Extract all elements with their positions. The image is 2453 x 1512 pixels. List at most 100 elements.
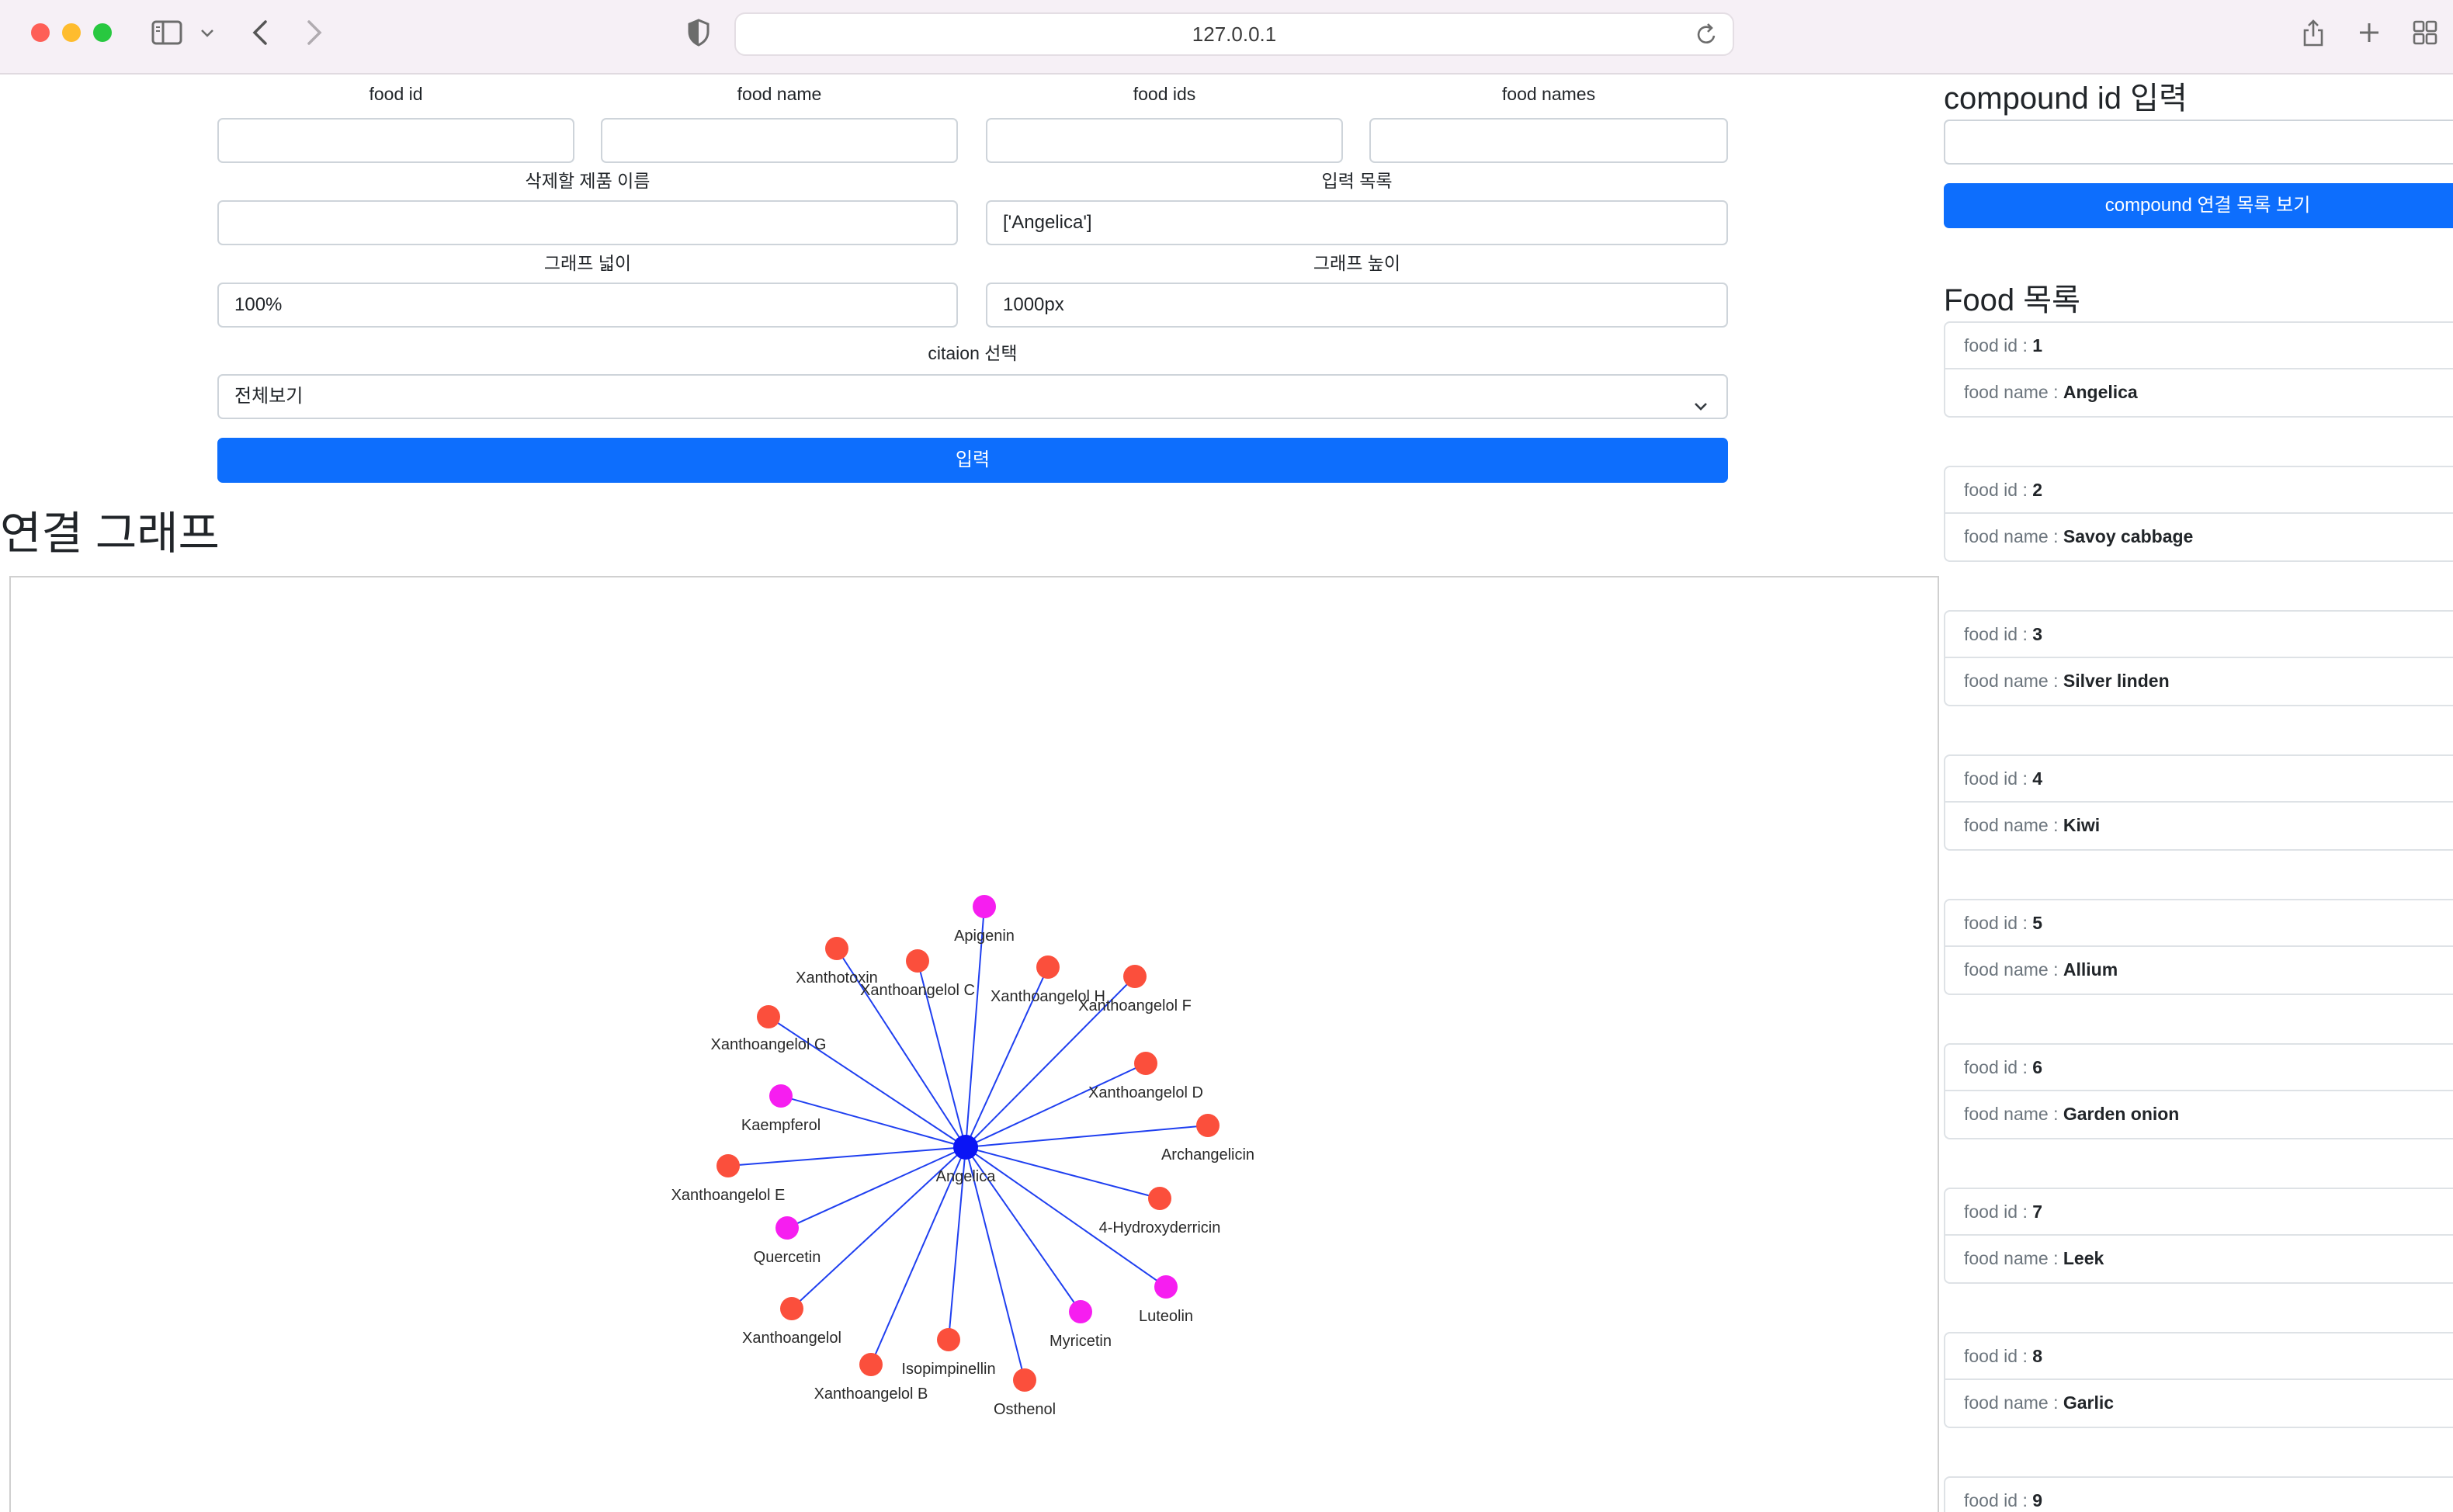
food-id-value: 9 — [2032, 1490, 2043, 1510]
food-names-label: food names — [1501, 84, 1596, 104]
input-list-field[interactable]: ['Angelica'] — [986, 200, 1728, 245]
food-id-key: food id : — [1964, 624, 2033, 644]
graph-node[interactable] — [1196, 1114, 1220, 1137]
graph-node-label: Osthenol — [994, 1401, 1056, 1418]
food-id-key: food id : — [1964, 1202, 2033, 1222]
graph-node[interactable] — [769, 1084, 793, 1108]
graph-node-label: 4-Hydroxyderricin — [1099, 1219, 1221, 1236]
food-name-value: Savoy cabbage — [2063, 526, 2194, 546]
reload-icon[interactable] — [1695, 22, 1719, 50]
food-id-key: food id : — [1964, 1346, 2033, 1366]
graph-height-input[interactable]: 1000px — [986, 283, 1728, 328]
graph-node[interactable] — [775, 1216, 799, 1240]
graph-node[interactable] — [906, 949, 929, 973]
back-icon[interactable] — [247, 16, 273, 50]
graph-node[interactable] — [937, 1328, 960, 1351]
submit-button[interactable]: 입력 — [217, 438, 1728, 483]
food-id-value: 6 — [2032, 1057, 2043, 1077]
graph-node[interactable] — [1154, 1275, 1178, 1299]
food-id-row: food id : 7 — [1944, 1188, 2453, 1236]
food-name-key: food name : — [1964, 1248, 2063, 1268]
food-list-title: Food 목록 — [1944, 283, 2080, 317]
graph-node[interactable] — [716, 1154, 740, 1177]
new-tab-icon[interactable] — [2354, 16, 2385, 50]
graph-height-label: 그래프 높이 — [1313, 253, 1401, 273]
food-card: food id : 7 food name : Leek — [1944, 1188, 2453, 1284]
graph-node-label: Xanthoangelol E — [671, 1187, 786, 1204]
food-name-value: Angelica — [2063, 382, 2138, 402]
food-name-row: food name : Leek — [1944, 1236, 2453, 1284]
graph-node[interactable] — [973, 895, 996, 918]
food-id-row: food id : 1 — [1944, 321, 2453, 369]
minimize-window-button[interactable] — [62, 23, 81, 42]
graph-node-label: Isopimpinellin — [901, 1361, 995, 1378]
food-card: food id : 5 food name : Allium — [1944, 899, 2453, 995]
graph-node[interactable] — [825, 937, 848, 960]
graph-canvas[interactable]: Apigenin Xanthotoxin Xanthoangelol C Xantho… — [9, 576, 1939, 1512]
graph-node[interactable] — [1134, 1052, 1157, 1075]
food-name-key: food name : — [1964, 815, 2063, 835]
food-name-value: Silver linden — [2063, 671, 2170, 691]
food-card: food id : 4 food name : Kiwi — [1944, 754, 2453, 851]
graph-center-node[interactable] — [953, 1135, 978, 1160]
close-window-button[interactable] — [31, 23, 50, 42]
food-ids-label: food ids — [1133, 84, 1196, 104]
food-id-row: food id : 6 — [1944, 1043, 2453, 1091]
input-list-label: 입력 목록 — [1321, 171, 1393, 191]
food-name-label: food name — [737, 84, 822, 104]
food-ids-input[interactable] — [986, 118, 1343, 163]
graph-node-label: Kaempferol — [741, 1117, 821, 1134]
food-id-key: food id : — [1964, 1057, 2033, 1077]
graph-node[interactable] — [1036, 955, 1060, 979]
share-icon[interactable] — [2298, 16, 2329, 50]
food-name-key: food name : — [1964, 1104, 2063, 1124]
food-id-label: food id — [369, 84, 423, 104]
food-id-value: 8 — [2032, 1346, 2043, 1366]
food-id-value: 4 — [2032, 768, 2043, 789]
compound-id-input[interactable] — [1944, 120, 2453, 165]
food-id-row: food id : 3 — [1944, 610, 2453, 658]
graph-node-label: Myricetin — [1050, 1333, 1112, 1350]
food-name-row: food name : Garlic — [1944, 1380, 2453, 1428]
citation-select[interactable]: 전체보기 — [217, 374, 1728, 419]
forward-icon[interactable] — [301, 16, 328, 50]
compound-list-button[interactable]: compound 연결 목록 보기 — [1944, 183, 2453, 228]
graph-node-label: Quercetin — [754, 1249, 821, 1266]
graph-node[interactable] — [757, 1005, 780, 1028]
graph-node-label: Apigenin — [954, 928, 1015, 945]
graph-node[interactable] — [1123, 965, 1147, 988]
food-name-key: food name : — [1964, 1392, 2063, 1413]
graph-node[interactable] — [1013, 1368, 1036, 1392]
delete-name-input[interactable] — [217, 200, 958, 245]
address-bar[interactable]: 127.0.0.1 — [734, 12, 1734, 56]
food-id-row: food id : 4 — [1944, 754, 2453, 803]
zoom-window-button[interactable] — [93, 23, 112, 42]
sidebar-icon[interactable] — [147, 16, 186, 50]
food-id-input[interactable] — [217, 118, 574, 163]
graph-node[interactable] — [859, 1353, 883, 1376]
food-id-row: food id : 9 — [1944, 1476, 2453, 1512]
graph-node[interactable] — [780, 1297, 803, 1320]
food-id-key: food id : — [1964, 768, 2033, 789]
food-name-input[interactable] — [601, 118, 958, 163]
graph-node[interactable] — [1069, 1300, 1092, 1323]
graph-node[interactable] — [1148, 1187, 1171, 1210]
food-id-value: 1 — [2032, 335, 2043, 355]
food-id-value: 2 — [2032, 480, 2043, 500]
food-name-key: food name : — [1964, 671, 2063, 691]
browser-toolbar: 127.0.0.1 — [0, 0, 2453, 75]
food-name-row: food name : Silver linden — [1944, 658, 2453, 706]
food-id-value: 7 — [2032, 1202, 2043, 1222]
graph-node-label: Xanthoangelol F — [1078, 997, 1192, 1014]
chevron-down-icon[interactable] — [197, 16, 217, 50]
food-card: food id : 3 food name : Silver linden — [1944, 610, 2453, 706]
graph-center-label: Angelica — [936, 1168, 997, 1185]
food-names-input[interactable] — [1369, 118, 1728, 163]
compound-title: compound id 입력 — [1944, 81, 2188, 116]
tab-overview-icon[interactable] — [2410, 16, 2441, 50]
graph-width-input[interactable]: 100% — [217, 283, 958, 328]
shield-icon[interactable] — [683, 16, 714, 50]
food-name-row: food name : Kiwi — [1944, 803, 2453, 851]
graph-edge — [965, 1125, 1209, 1148]
food-name-key: food name : — [1964, 959, 2063, 980]
